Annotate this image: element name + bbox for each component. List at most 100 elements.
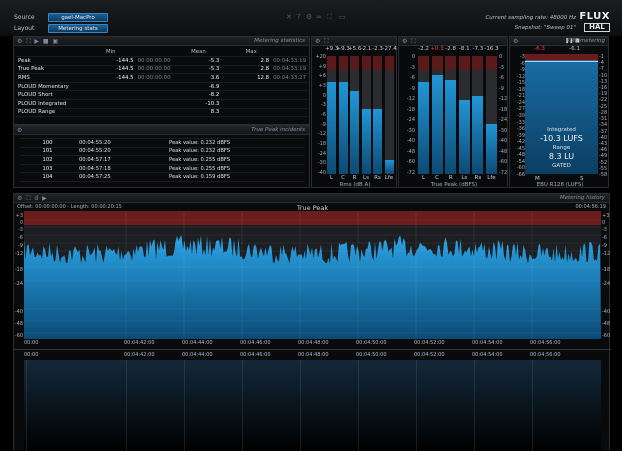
stats-col-max: Max [231,48,272,58]
tp-channel-track [418,56,429,174]
history-scale-right: +3 0 -3 -6 -9 -12 -18 -24 -40 -48 -60 [601,211,611,339]
timeline-gridline [184,360,185,451]
true-peak-meter-panel: ⚙ ⛶ -2.2 +0.3 -2.8 -8.1 -7.3 -16.3 0 -3 -6 -9 -12… [398,36,508,188]
tp-scale-tick: 0 [411,54,415,60]
loudness-titlebar: ⚙ ❚❚ ■ RMS metering [510,37,608,46]
panel-tools-icon[interactable]: ⚙ ⛶ ▶ ■ ▣ [17,38,59,46]
stats-max-value: 12.8 [231,73,272,83]
loudness-scale-tick: -42 [516,139,525,145]
stats-min-time [135,99,176,109]
tp-label: True Peak (dBFS) [430,182,478,188]
stats-min-time: 00:00:00:00 [135,65,176,75]
tp-scale-right-tick: -40 [499,138,508,144]
stats-min-value: -144.5 [85,73,136,83]
history-scale-tick: -60 [14,333,23,339]
timeline-label: 00:04:46:00 [240,340,271,346]
rms-values: +9.3 +9.3 +5.6 -2.1 -2.3 -27.4 [325,46,399,54]
stats-max-value [231,82,272,92]
history-tools-icon[interactable]: ⚙ ⛶ d ▶ [17,195,48,203]
tp-channel-fill [486,124,497,174]
link-icon[interactable]: ∞ [316,13,322,21]
incidents-tools-icon[interactable]: ⚙ [17,127,23,134]
tp-channel-track [486,56,497,174]
loudness-scale-tick: -27 [516,106,525,112]
timeline-gridline [358,360,359,451]
incident-row[interactable]: 103 00:04:57:18 Peak value: 0.255 dBFS [20,164,304,174]
rms-tools-icon[interactable]: ⚙ ⛶ [315,38,330,46]
tp-channel-label: Lfe [487,175,496,181]
timeline-label: 00:04:54:00 [472,352,503,358]
help-icon[interactable]: ? [297,13,301,21]
history-scale-tick-right: 0 [602,220,606,226]
incident-row[interactable]: 100 00:04:55:20 Peak value: 0.232 dBFS [20,138,304,148]
rms-value: -27.4 [382,46,397,52]
incident-row[interactable]: 101 00:04:55:20 Peak value: 0.232 dBFS [20,147,304,157]
tp-scale-tick: -48 [406,149,415,155]
tp-tools-icon[interactable]: ⚙ ⛶ [402,38,417,46]
source-select[interactable]: gael-MacPro [48,13,108,22]
rms-over-zone [327,56,336,70]
layout-select[interactable]: Metering stats [48,24,108,33]
stats-col-max-time [271,48,308,58]
stats-row: PLOUD Momentary -6.9 [16,82,308,92]
stats-row-label: PLOUD Short [16,90,86,101]
tp-over-zone [431,56,443,70]
incident-number: 102 [20,155,75,165]
loudness-scale-tick: -22 [599,97,608,103]
stats-titlebar: ⚙ ⛶ ▶ ■ ▣ Metering statistics [14,37,309,46]
loudness-scale-tick: -49 [599,153,608,159]
stats-row: PLOUD Range 8.3 [16,108,308,118]
stats-max-time [271,90,308,101]
timeline-gridline [26,360,27,451]
incident-row[interactable]: 102 00:04:57:17 Peak value: 0.255 dBFS [20,155,304,165]
stats-row-label: PLOUD Integrated [16,99,86,109]
rms-channel-label: R [352,175,357,181]
stats-mean-value: -5.3 [175,65,222,75]
stats-max-time: 00:04:33:19 [271,65,308,75]
loudness-tools-icon[interactable]: ⚙ [513,38,519,45]
incident-row[interactable]: 104 00:04:57:25 Peak value: 0.159 dBFS [20,172,304,182]
rms-scale-tick: -3 [321,102,326,108]
tp-bars [418,56,498,174]
rms-meter-panel: ⚙ ⛶ +9.3 +9.3 +5.6 -2.1 -2.3 -27.4 +20 +9 +6 +3 0… [311,36,397,188]
close-icon[interactable]: ✕ [286,13,292,21]
timeline-label: 00:04:52:00 [414,340,445,346]
stats-gap [221,108,232,118]
history-titlebar: ⚙ ⛶ d ▶ Metering history [14,194,609,203]
momentary-value: -6.3 [534,46,545,52]
tp-over-zone [486,56,497,70]
flux-logo: FLUX [579,11,610,22]
timeline-label: 00:04:44:00 [182,352,213,358]
tp-scale-tick: -12 [406,96,415,102]
fullscreen-icon[interactable]: ⛶ [327,13,332,22]
tp-scale-right-tick: -72 [499,170,508,176]
window-toolbar: ✕ ? ⚙ ∞ ⛶ ▭ [286,13,366,23]
tp-values: -2.2 +0.3 -2.8 -8.1 -7.3 -16.3 [418,46,498,54]
tp-scale-right-tick: -60 [499,159,508,165]
incident-number: 104 [20,172,75,182]
loudness-scale-tick: -34 [599,122,608,128]
history-graph[interactable] [24,211,601,339]
incidents-titlebar: ⚙ True Peak incidents [14,126,309,135]
tp-channel-fill [472,96,484,174]
collapse-icon[interactable]: ▭ [339,13,346,21]
incident-time: 00:04:57:17 [75,155,165,165]
rms-channel-fill [373,109,382,174]
tp-scale-tick: -60 [406,159,415,165]
loudness-scale-tick: -7 [599,66,604,72]
stats-max-value [231,90,272,101]
timeline-label: 00:04:46:00 [240,352,271,358]
stats-col-label [16,48,86,58]
stats-header-row: Min Mean Max [16,48,308,58]
stats-mean-value: -10.3 [175,99,222,109]
true-peak-incidents-panel: ⚙ True Peak incidents 100 00:04:55:20 Peak… [13,125,310,188]
stats-min-time [135,90,176,101]
history-scale-left: +3 0 -3 -6 -9 -12 -18 -24 -40 -48 -60 [14,211,24,339]
settings-icon[interactable]: ⚙ [306,13,312,21]
stats-gap [221,99,232,109]
history-scale-tick: -48 [14,321,23,327]
stats-col-mean: Mean [175,48,222,58]
tp-channel-track [431,56,443,174]
timeline-label: 00:04:54:00 [472,340,503,346]
layout-label: Layout [14,25,35,32]
